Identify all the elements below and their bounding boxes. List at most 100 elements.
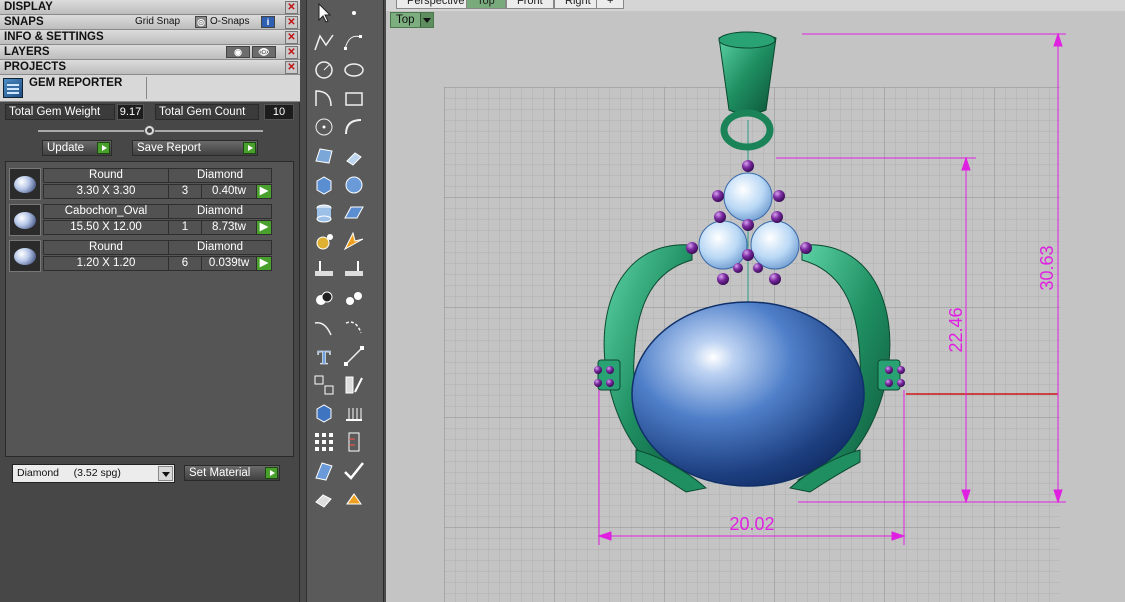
- ellipse-icon[interactable]: [341, 57, 367, 83]
- gem-go-button[interactable]: ▶: [256, 256, 272, 271]
- cylinder-icon[interactable]: [311, 200, 337, 226]
- gem-type: Diamond: [168, 204, 272, 219]
- array-icon[interactable]: [311, 372, 337, 398]
- app-window: DISPLAY ✕ SNAPS Grid Snap ◎ O-Snaps i ✕ …: [0, 0, 1125, 602]
- select-arrow-icon[interactable]: [311, 0, 337, 26]
- play-arrow-icon: [243, 142, 256, 154]
- box-icon[interactable]: [311, 172, 337, 198]
- grid-snap-label[interactable]: Grid Snap: [135, 15, 180, 29]
- gem-settings-icon[interactable]: [311, 229, 337, 255]
- layers-panel-header[interactable]: LAYERS ◉ 👁 ✕: [0, 45, 300, 60]
- sphere-icon[interactable]: [341, 172, 367, 198]
- trim-icon[interactable]: [341, 257, 367, 283]
- layer-visibility-icon[interactable]: ◉: [226, 46, 250, 58]
- viewport-top[interactable]: 20.02 22.46 30.63 Perspective Top Front Rig…: [386, 0, 1125, 602]
- tab-top[interactable]: Top: [466, 0, 506, 9]
- display-panel-title: DISPLAY: [4, 1, 53, 13]
- split-icon[interactable]: [311, 257, 337, 283]
- update-button[interactable]: Update: [42, 140, 112, 156]
- plane-icon[interactable]: [341, 200, 367, 226]
- viewport-tabs: Perspective Top Front Right +: [386, 0, 1125, 11]
- gem-row[interactable]: Round Diamond 3.30 X 3.30 3 0.40tw ▶: [9, 168, 272, 200]
- snaps-panel-header[interactable]: SNAPS Grid Snap ◎ O-Snaps i ✕: [0, 15, 300, 30]
- gem-reporter-header: GEM REPORTER: [0, 75, 300, 102]
- transform-icon[interactable]: [341, 343, 367, 369]
- total-gem-count-value: 10: [264, 104, 294, 120]
- view-label[interactable]: Top: [390, 12, 434, 28]
- close-icon[interactable]: ✕: [285, 31, 298, 44]
- gem-weight: 0.40tw: [201, 184, 257, 199]
- info-icon[interactable]: i: [261, 16, 275, 28]
- gem-size: 3.30 X 3.30: [43, 184, 169, 199]
- gem-shape: Cabochon_Oval: [43, 204, 169, 219]
- set-material-button-label: Set Material: [189, 467, 251, 479]
- gem-row[interactable]: Cabochon_Oval Diamond 15.50 X 12.00 1 8.…: [9, 204, 272, 236]
- measure-icon[interactable]: [341, 429, 367, 455]
- gem-shape: Round: [43, 240, 169, 255]
- display-panel-header[interactable]: DISPLAY ✕: [0, 0, 300, 15]
- boolean-icon[interactable]: [311, 286, 337, 312]
- tab-front[interactable]: Front: [506, 0, 554, 9]
- close-icon[interactable]: ✕: [285, 1, 298, 14]
- gem-go-button[interactable]: ▶: [256, 184, 272, 199]
- render-icon[interactable]: [311, 486, 337, 512]
- tab-perspective[interactable]: Perspective: [396, 0, 476, 9]
- info-settings-panel-header[interactable]: INFO & SETTINGS ✕: [0, 30, 300, 45]
- blend-icon[interactable]: [341, 315, 367, 341]
- cabochon-gem[interactable]: [631, 301, 865, 487]
- prongs-icon[interactable]: [341, 400, 367, 426]
- tools-toolbar: T: [306, 0, 384, 602]
- text-icon[interactable]: T: [311, 343, 337, 369]
- material-select-value: Diamond (3.52 spg): [17, 467, 121, 479]
- rectangle-icon[interactable]: [341, 86, 367, 112]
- set-material-button[interactable]: Set Material: [184, 465, 280, 481]
- tab-right[interactable]: Right: [554, 0, 602, 9]
- mirror-icon[interactable]: [341, 286, 367, 312]
- circle-icon[interactable]: [311, 57, 337, 83]
- curve-points-icon[interactable]: [341, 29, 367, 55]
- gem-list: Round Diamond 3.30 X 3.30 3 0.40tw ▶ Cab…: [5, 161, 294, 457]
- eye-icon[interactable]: 👁: [252, 46, 276, 58]
- chevron-down-icon[interactable]: [420, 13, 433, 27]
- add-view-tab[interactable]: +: [596, 0, 625, 9]
- material-select[interactable]: Diamond (3.52 spg): [12, 464, 175, 483]
- circle-center-icon[interactable]: [311, 114, 337, 140]
- grid-snap-toggle[interactable]: ◎: [195, 16, 207, 28]
- gem-row[interactable]: Round Diamond 1.20 X 1.20 6 0.039tw ▶: [9, 240, 272, 272]
- scale-icon[interactable]: [341, 372, 367, 398]
- surface-icon[interactable]: [311, 143, 337, 169]
- offset-curve-icon[interactable]: [311, 315, 337, 341]
- model-scene[interactable]: 20.02 22.46 30.63: [386, 0, 1125, 602]
- close-icon[interactable]: ✕: [285, 16, 298, 29]
- gem-type: Diamond: [168, 168, 272, 183]
- gem-go-button[interactable]: ▶: [256, 220, 272, 235]
- extrude-icon[interactable]: [341, 143, 367, 169]
- arc-icon[interactable]: [311, 86, 337, 112]
- play-arrow-icon: [265, 467, 278, 479]
- gem-weight: 8.73tw: [201, 220, 257, 235]
- projects-panel-header[interactable]: PROJECTS ✕: [0, 60, 300, 75]
- save-report-button[interactable]: Save Report: [132, 140, 258, 156]
- dimension-height-outer: 30.63: [1037, 245, 1057, 290]
- left-panel: DISPLAY ✕ SNAPS Grid Snap ◎ O-Snaps i ✕ …: [0, 0, 300, 602]
- update-button-label: Update: [47, 142, 85, 154]
- snaps-panel-title: SNAPS: [4, 16, 44, 28]
- gem-count: 1: [168, 220, 202, 235]
- gem-shape: Round: [43, 168, 169, 183]
- curve-icon[interactable]: [341, 114, 367, 140]
- material-icon[interactable]: [341, 486, 367, 512]
- o-snaps-label[interactable]: O-Snaps: [210, 15, 249, 29]
- check-icon[interactable]: [341, 458, 367, 484]
- close-icon[interactable]: ✕: [285, 46, 298, 59]
- polyline-icon[interactable]: [311, 29, 337, 55]
- analyze-icon[interactable]: [311, 458, 337, 484]
- grid-array-icon[interactable]: [311, 429, 337, 455]
- gem-star-icon[interactable]: [341, 229, 367, 255]
- splitter-handle[interactable]: [144, 125, 155, 136]
- chevron-down-icon[interactable]: [158, 466, 173, 481]
- point-icon[interactable]: [341, 0, 367, 26]
- solid-box-icon[interactable]: [311, 400, 337, 426]
- save-report-button-label: Save Report: [137, 142, 201, 154]
- svg-text:T: T: [317, 347, 331, 369]
- close-icon[interactable]: ✕: [285, 61, 298, 74]
